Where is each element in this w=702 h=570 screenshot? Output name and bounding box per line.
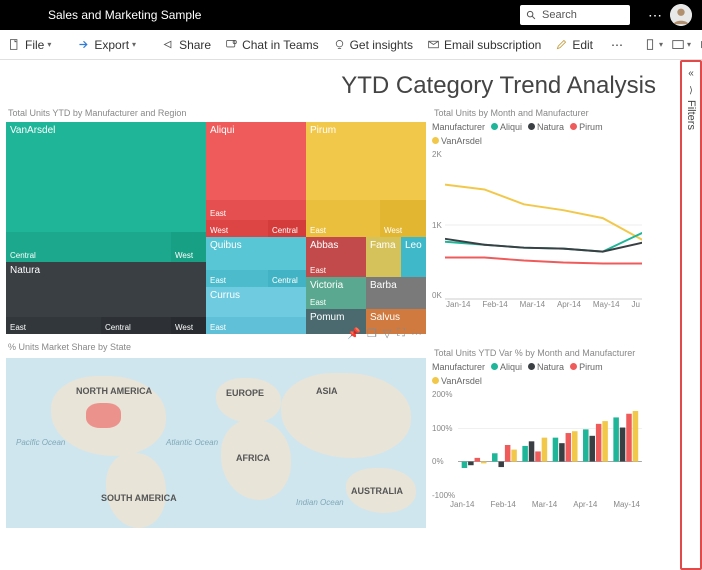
bookmark-icon[interactable]: ▾ xyxy=(643,38,663,52)
expand-icon[interactable]: ⟩ xyxy=(689,85,693,96)
report-name: Sales and Marketing Sample xyxy=(10,8,520,22)
pencil-icon xyxy=(555,38,568,51)
bar-chart-visual[interactable]: Total Units YTD Var % by Month and Manuf… xyxy=(432,348,642,518)
copy-icon[interactable]: ❐ xyxy=(367,327,377,340)
treemap-visual[interactable]: Total Units YTD by Manufacturer and Regi… xyxy=(6,108,426,342)
focus-icon[interactable]: ⛶ xyxy=(397,327,405,340)
visual-more-icon[interactable]: ⋯ xyxy=(411,327,422,340)
email-subscription-button[interactable]: Email subscription xyxy=(427,38,541,52)
bulb-icon xyxy=(333,38,346,51)
treemap-body[interactable]: VanArsdelEast Central West Natura East C… xyxy=(6,122,426,342)
line-plot xyxy=(445,150,642,300)
more-icon[interactable]: ⋯ xyxy=(648,7,662,24)
report-page: YTD Category Trend Analysis Total Units … xyxy=(0,60,680,570)
file-menu[interactable]: File▾ xyxy=(8,38,51,52)
filter-icon[interactable]: ▽ xyxy=(383,327,391,340)
page-title: YTD Category Trend Analysis xyxy=(6,66,674,108)
share-icon xyxy=(162,38,175,51)
filters-pane[interactable]: « ⟩ Filters xyxy=(680,60,702,570)
file-icon xyxy=(8,38,21,51)
visual-tools: 📌 ❐ ▽ ⛶ ⋯ xyxy=(347,327,422,340)
filters-label: Filters xyxy=(685,100,697,130)
bar-legend: Manufacturer Aliqui Natura Pirum VanArsd… xyxy=(432,362,642,386)
more-options-icon[interactable]: ⋯ xyxy=(611,38,623,52)
search-input[interactable]: Search xyxy=(520,5,630,25)
share-button[interactable]: Share xyxy=(162,38,211,52)
export-menu[interactable]: Export▾ xyxy=(77,38,136,52)
insights-button[interactable]: Get insights xyxy=(333,38,413,52)
line-legend: Manufacturer Aliqui Natura Pirum VanArsd… xyxy=(432,122,642,146)
map-visual[interactable]: % Units Market Share by State NORTH AMER… xyxy=(6,342,426,528)
chevron-left-icon[interactable]: « xyxy=(688,68,694,79)
avatar[interactable] xyxy=(670,4,692,26)
toolbar: File▾ Export▾ Share Chat in Teams Get in… xyxy=(0,30,702,60)
view-icon[interactable]: ▾ xyxy=(671,38,691,52)
mail-icon xyxy=(427,38,440,51)
map-body[interactable]: NORTH AMERICA SOUTH AMERICA EUROPE AFRIC… xyxy=(6,358,426,528)
pin-icon[interactable]: 📌 xyxy=(347,327,361,340)
title-bar: Sales and Marketing Sample Search ⋯ xyxy=(0,0,702,30)
edit-button[interactable]: Edit xyxy=(555,38,593,52)
chat-teams-button[interactable]: Chat in Teams xyxy=(225,38,318,52)
search-icon xyxy=(526,10,537,21)
line-chart-visual[interactable]: Total Units by Month and Manufacturer Ma… xyxy=(432,108,642,328)
bar-plot xyxy=(458,390,642,500)
teams-icon xyxy=(225,38,238,51)
export-icon xyxy=(77,38,90,51)
